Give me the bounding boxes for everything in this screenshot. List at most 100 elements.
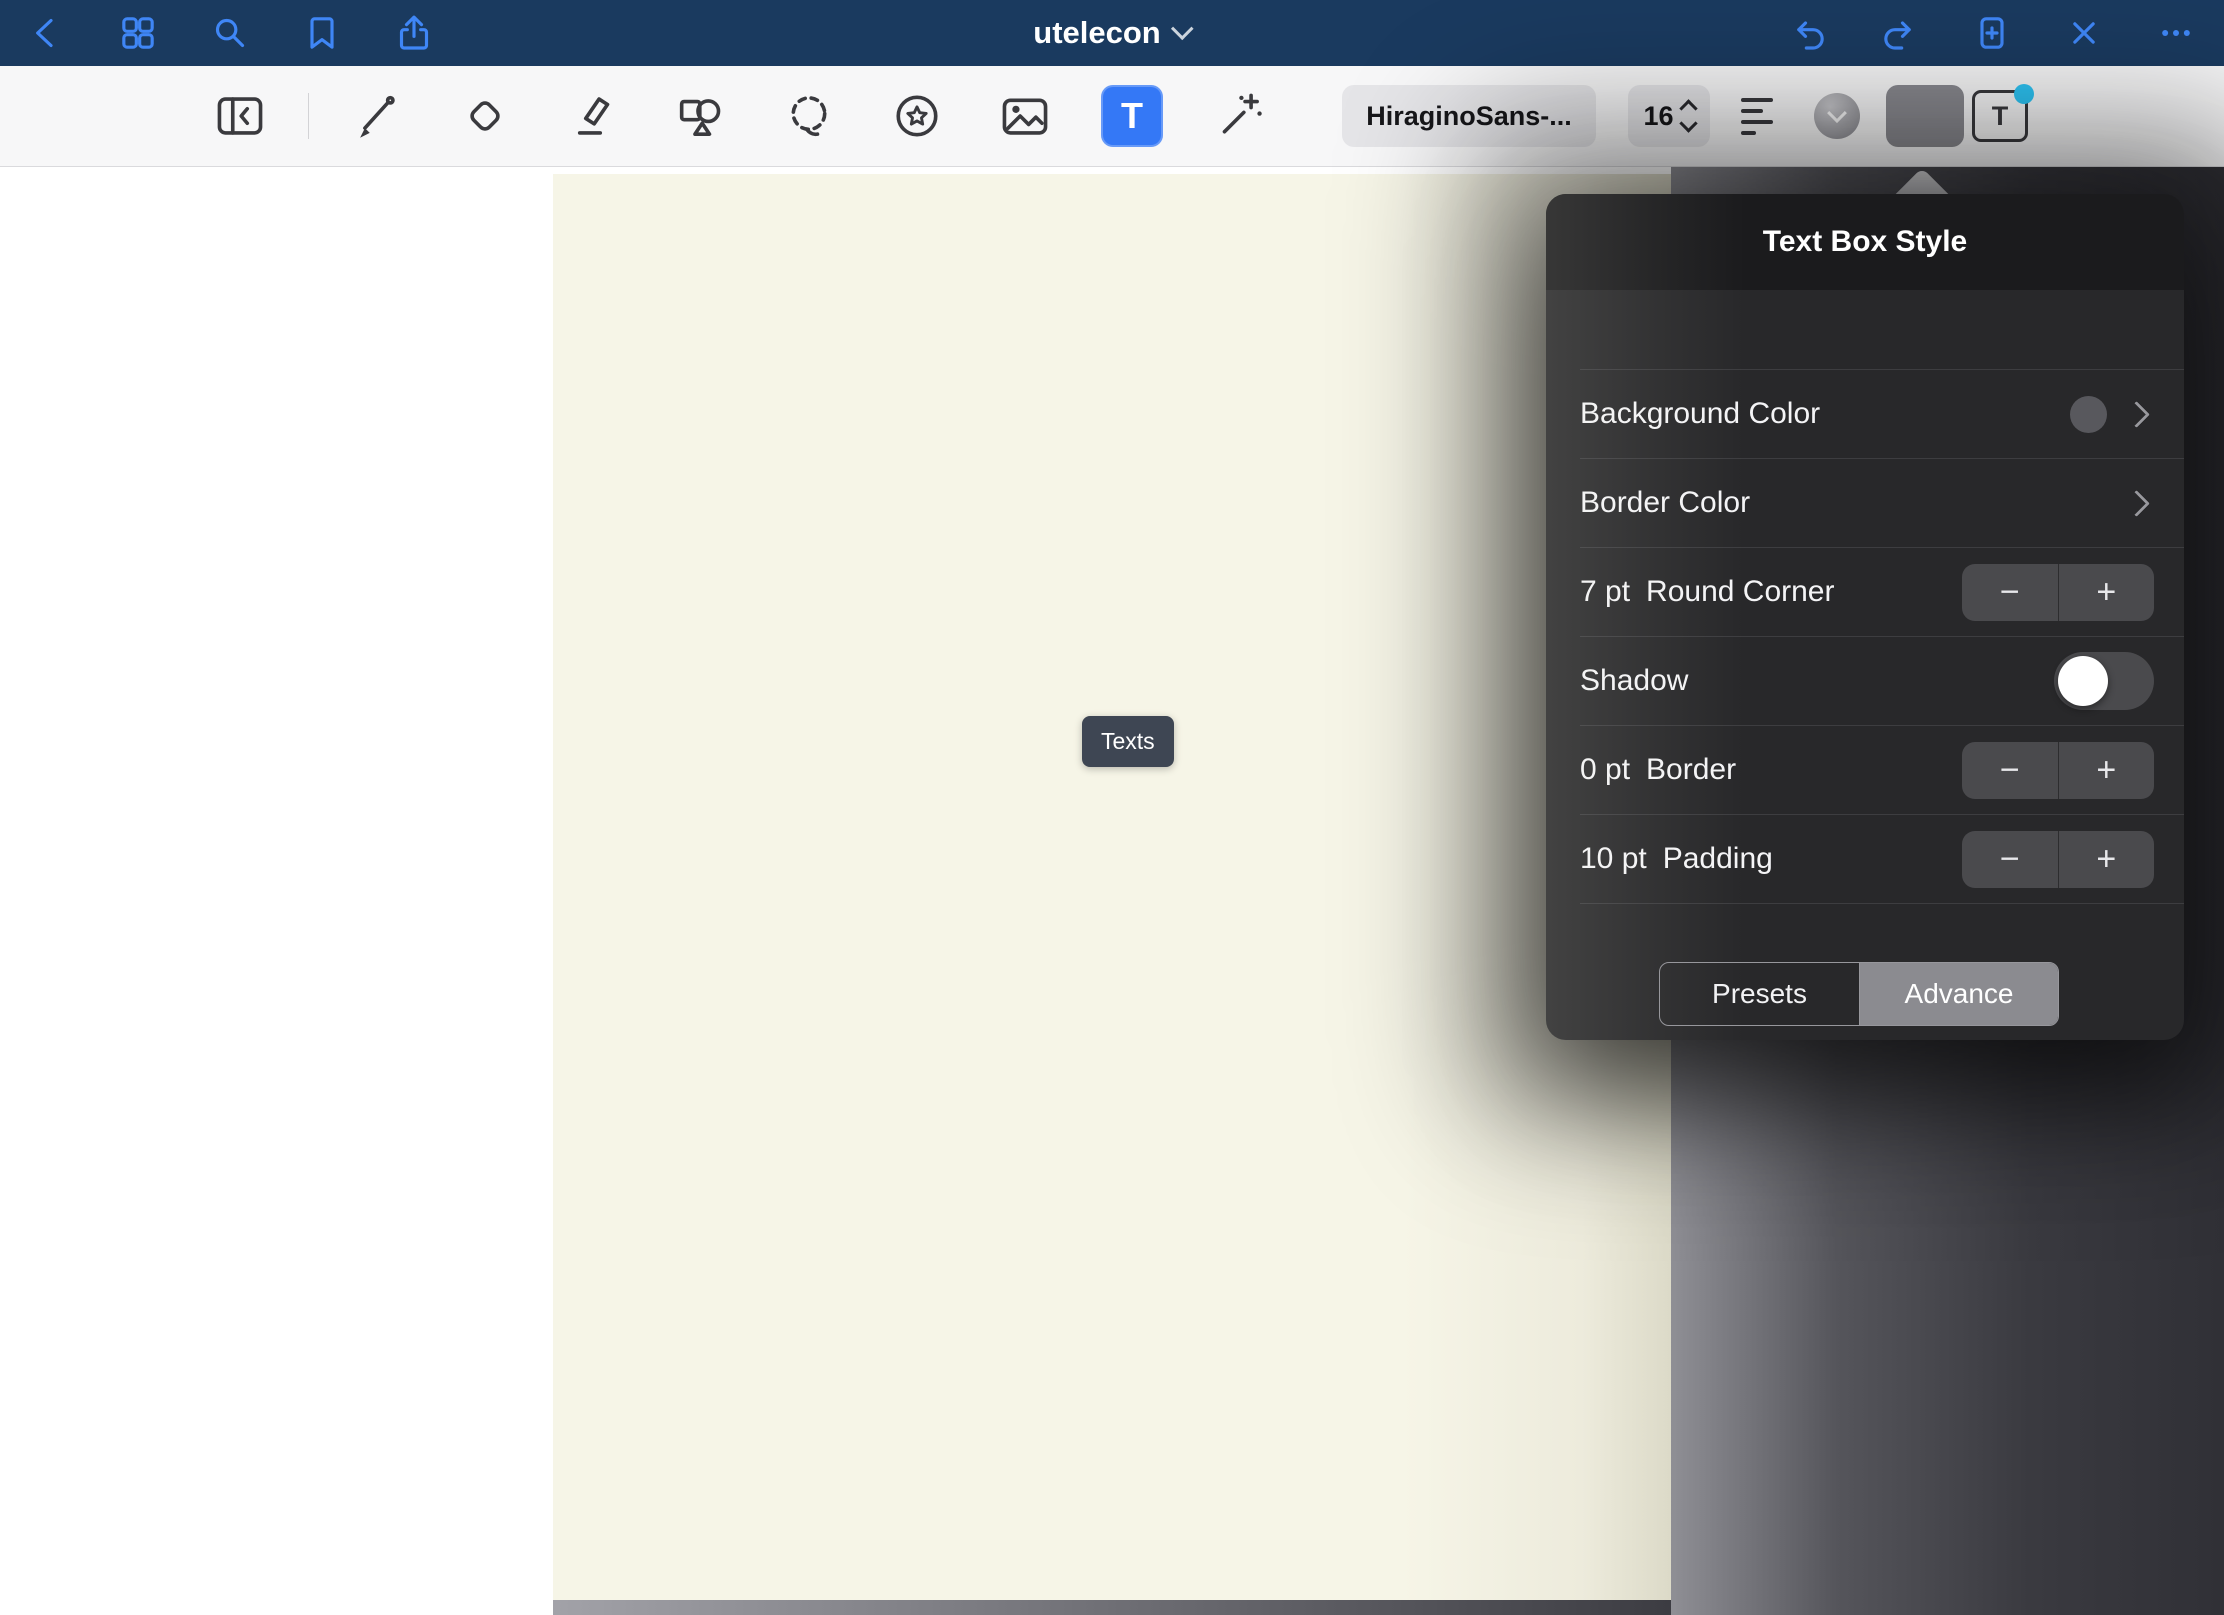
tool-group: T bbox=[208, 66, 1271, 166]
photo-icon bbox=[996, 87, 1054, 145]
lasso-tool-button[interactable] bbox=[777, 84, 841, 148]
font-size-stepper[interactable]: 16 bbox=[1628, 85, 1710, 147]
text-tool-button-selected[interactable]: T bbox=[1101, 85, 1163, 147]
border-increase-button[interactable]: + bbox=[2058, 742, 2155, 799]
nav-left-group bbox=[0, 13, 434, 53]
back-button[interactable] bbox=[26, 13, 66, 53]
add-page-button[interactable] bbox=[1972, 13, 2012, 53]
close-button[interactable] bbox=[2064, 13, 2104, 53]
shadow-toggle[interactable] bbox=[2054, 652, 2154, 710]
laser-pointer-icon bbox=[1210, 87, 1268, 145]
shapes-tool-button[interactable] bbox=[669, 84, 733, 148]
stickers-tool-button[interactable] bbox=[885, 84, 949, 148]
document-title: utelecon bbox=[1033, 15, 1160, 51]
popover-title: Text Box Style bbox=[1546, 194, 2184, 290]
round-corner-row: 7 pt Round Corner − + bbox=[1580, 547, 2184, 636]
more-button[interactable] bbox=[2156, 13, 2196, 53]
font-size-value: 16 bbox=[1643, 101, 1673, 132]
round-corner-decrease-button[interactable]: − bbox=[1962, 564, 2058, 621]
bookmark-icon bbox=[302, 13, 342, 53]
border-width-row: 0 pt Border − + bbox=[1580, 725, 2184, 814]
text-box-style-button[interactable]: T bbox=[1966, 85, 2034, 147]
ellipsis-icon bbox=[2156, 13, 2196, 53]
bookmark-button[interactable] bbox=[302, 13, 342, 53]
style-mode-segmented-control: Presets Advance bbox=[1659, 962, 2059, 1026]
font-name-label: HiraginoSans-... bbox=[1366, 101, 1572, 132]
thumbnails-button[interactable] bbox=[118, 13, 158, 53]
plus-icon: + bbox=[2096, 575, 2116, 609]
font-name-button[interactable]: HiraginoSans-... bbox=[1342, 85, 1596, 147]
popover-footer: Presets Advance bbox=[1659, 962, 2059, 1026]
text-tool-glyph: T bbox=[1121, 95, 1143, 137]
plus-icon: + bbox=[2096, 753, 2116, 787]
text-style-anchor-button[interactable] bbox=[1886, 85, 1964, 147]
search-button[interactable] bbox=[210, 13, 250, 53]
round-corner-stepper: − + bbox=[1962, 564, 2154, 621]
text-alignment-button[interactable] bbox=[1732, 85, 1792, 147]
shapes-icon bbox=[672, 87, 730, 145]
chevron-right-icon bbox=[2123, 490, 2150, 517]
highlighter-icon bbox=[564, 87, 622, 145]
chevron-down-icon bbox=[1827, 103, 1847, 123]
nav-right-group bbox=[1788, 13, 2224, 53]
add-page-icon bbox=[1972, 13, 2012, 53]
padding-value: 10 pt bbox=[1580, 842, 1647, 876]
pen-tool-button[interactable] bbox=[345, 84, 409, 148]
document-title-menu[interactable]: utelecon bbox=[1033, 0, 1190, 66]
undo-button[interactable] bbox=[1788, 13, 1828, 53]
background-color-row[interactable]: Background Color bbox=[1580, 369, 2184, 458]
advance-segment[interactable]: Advance bbox=[1859, 963, 2058, 1025]
minus-icon: − bbox=[2000, 842, 2020, 876]
highlighter-tool-button[interactable] bbox=[561, 84, 625, 148]
padding-increase-button[interactable]: + bbox=[2058, 831, 2155, 888]
chevron-down-icon bbox=[1171, 17, 1194, 40]
padding-label: Padding bbox=[1663, 842, 1773, 876]
minus-icon: − bbox=[2000, 575, 2020, 609]
chevron-right-icon bbox=[2123, 401, 2150, 428]
border-color-label: Border Color bbox=[1580, 486, 1750, 520]
share-button[interactable] bbox=[394, 13, 434, 53]
notebook-page[interactable]: Texts bbox=[553, 174, 1671, 1600]
presets-segment[interactable]: Presets bbox=[1660, 963, 1859, 1025]
padding-decrease-button[interactable]: − bbox=[1962, 831, 2058, 888]
close-icon bbox=[2064, 13, 2104, 53]
grid-icon bbox=[118, 13, 158, 53]
round-corner-label: Round Corner bbox=[1646, 575, 1834, 609]
pen-icon bbox=[348, 87, 406, 145]
share-icon bbox=[394, 13, 434, 53]
undo-icon bbox=[1788, 13, 1828, 53]
padding-stepper: − + bbox=[1962, 831, 2154, 888]
text-box-icon: T bbox=[1972, 90, 2028, 142]
page-bottom-shadow bbox=[553, 1600, 1671, 1615]
format-toolbar: T HiraginoSans-... 16 T bbox=[0, 66, 2224, 167]
align-lines-icon bbox=[1741, 98, 1773, 102]
app-screen: utelecon bbox=[0, 0, 2224, 1615]
style-active-badge bbox=[2014, 84, 2034, 104]
shadow-label: Shadow bbox=[1580, 664, 1688, 698]
plus-icon: + bbox=[2096, 842, 2116, 876]
border-decrease-button[interactable]: − bbox=[1962, 742, 2058, 799]
eraser-tool-button[interactable] bbox=[453, 84, 517, 148]
round-corner-value: 7 pt bbox=[1580, 575, 1630, 609]
back-chevron-icon bbox=[26, 13, 66, 53]
redo-icon bbox=[1880, 13, 1920, 53]
text-color-button[interactable] bbox=[1814, 93, 1860, 139]
popover-spacer bbox=[1546, 290, 2184, 369]
border-color-row[interactable]: Border Color bbox=[1580, 458, 2184, 547]
stepper-chevrons-icon bbox=[1682, 102, 1695, 130]
round-corner-increase-button[interactable]: + bbox=[2058, 564, 2155, 621]
eraser-icon bbox=[456, 87, 514, 145]
laser-tool-button[interactable] bbox=[1207, 84, 1271, 148]
border-width-value: 0 pt bbox=[1580, 753, 1630, 787]
background-color-label: Background Color bbox=[1580, 397, 1820, 431]
page-view-button[interactable] bbox=[208, 84, 272, 148]
page-view-icon bbox=[211, 87, 269, 145]
border-width-label: Border bbox=[1646, 753, 1736, 787]
padding-row: 10 pt Padding − + bbox=[1580, 814, 2184, 904]
minus-icon: − bbox=[2000, 753, 2020, 787]
text-box-object[interactable]: Texts bbox=[1082, 716, 1174, 767]
redo-button[interactable] bbox=[1880, 13, 1920, 53]
sticker-star-icon bbox=[888, 87, 946, 145]
photo-tool-button[interactable] bbox=[993, 84, 1057, 148]
shadow-row: Shadow bbox=[1580, 636, 2184, 725]
